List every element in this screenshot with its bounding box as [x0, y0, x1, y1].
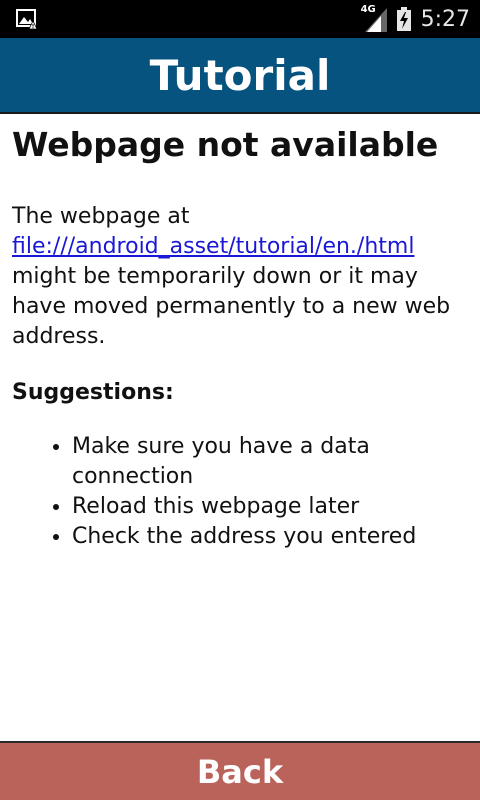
status-time: 5:27 — [420, 6, 470, 32]
back-button-label: Back — [196, 752, 284, 791]
signal-indicator: 4G — [360, 4, 387, 32]
status-bar: 4G 5:27 — [0, 0, 480, 38]
error-detail: might be temporarily down or it may have… — [12, 264, 451, 349]
title-bar: Tutorial — [0, 38, 480, 114]
error-intro: The webpage at — [12, 204, 190, 229]
failed-url-link[interactable]: file:///android_asset/tutorial/en./html — [12, 232, 472, 262]
suggestions-heading: Suggestions: — [12, 380, 174, 405]
suggestion-item: Make sure you have a data connection — [72, 432, 472, 492]
webview-content: Webpage not available The webpage at fil… — [12, 114, 472, 552]
back-button[interactable]: Back — [0, 741, 480, 800]
error-message: The webpage at file:///android_asset/tut… — [12, 202, 472, 352]
suggestions-list: Make sure you have a data connection Rel… — [12, 432, 472, 552]
app-screen: 4G 5:27 Tutorial Webpage not available T… — [0, 0, 480, 800]
suggestion-item: Reload this webpage later — [72, 492, 472, 522]
image-notification-icon — [16, 9, 38, 30]
suggestion-item: Check the address you entered — [72, 522, 472, 552]
page-title: Tutorial — [149, 50, 331, 100]
error-heading: Webpage not available — [12, 125, 439, 164]
battery-charging-icon — [396, 7, 411, 31]
status-icons: 4G 5:27 — [361, 0, 470, 38]
network-type-label: 4G — [360, 4, 376, 15]
